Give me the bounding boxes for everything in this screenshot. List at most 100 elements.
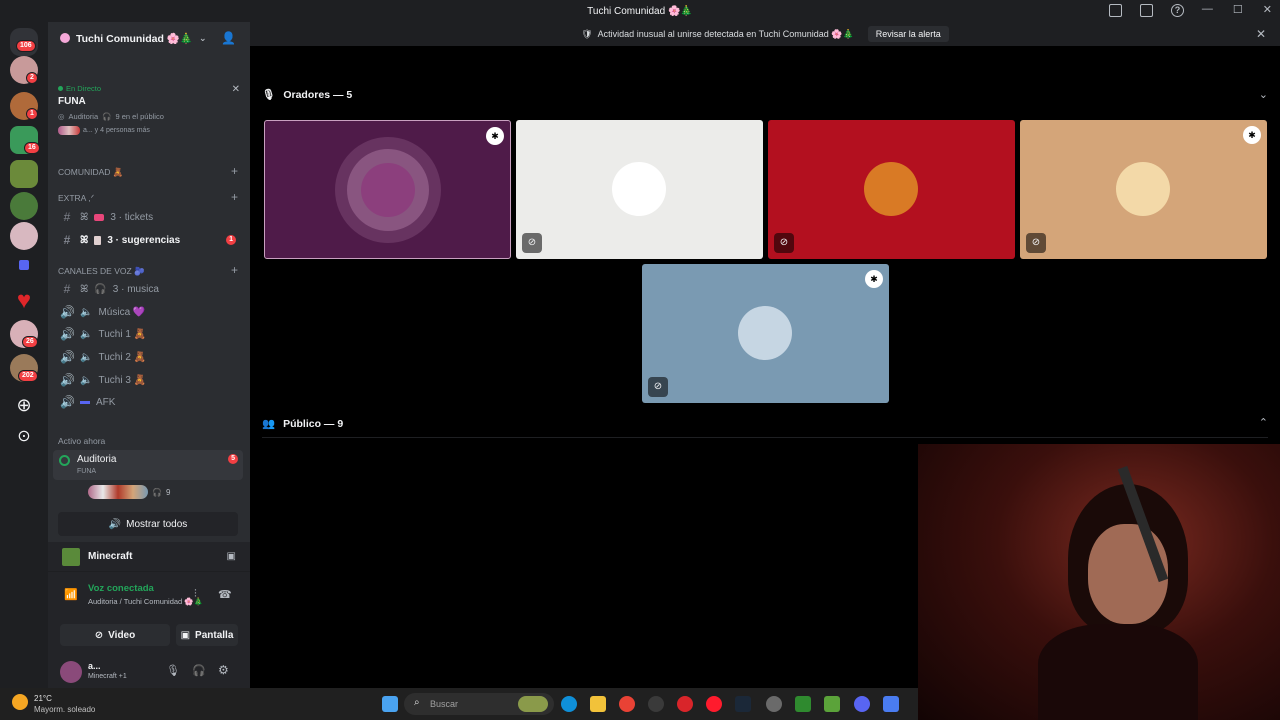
heart-server-icon[interactable]: ♥	[10, 288, 38, 316]
microphone-icon[interactable]: 🎙	[166, 664, 180, 677]
server-list: 106 2 1 16 ♥ 26 202 ⊕ ⊙	[0, 22, 48, 688]
chrome-icon[interactable]	[619, 696, 635, 712]
screen-share-button[interactable]: ▣ Pantalla	[176, 624, 238, 646]
chevron-up-icon[interactable]: ⌃	[1259, 416, 1268, 429]
server-icon[interactable]	[10, 160, 38, 188]
search-placeholder: Buscar	[430, 699, 459, 709]
add-channel-icon[interactable]: +	[231, 263, 238, 277]
speaker-tile[interactable]: ⊘	[516, 120, 763, 259]
stream-icon[interactable]: ▣	[227, 551, 236, 562]
alert-text: Actividad inusual al unirse detectada en…	[597, 28, 854, 39]
active-stage-card[interactable]: Auditoria FUNA 5	[53, 450, 243, 480]
close-icon[interactable]: ✕	[232, 84, 240, 95]
active-now-heading: Activo ahora	[58, 436, 106, 446]
speakers-title: Oradores — 5	[283, 88, 353, 101]
listener-count: 9	[165, 487, 171, 497]
server-icon[interactable]	[10, 222, 38, 250]
stage-audience: 9 en el público	[115, 112, 164, 121]
file-explorer-icon[interactable]	[590, 696, 606, 712]
taskbar-search[interactable]: ⌕ Buscar	[404, 693, 554, 715]
edge-icon[interactable]	[561, 696, 577, 712]
minecraft-icon[interactable]	[824, 696, 840, 712]
channel-tickets[interactable]: # ꕤ 3 · tickets	[56, 207, 242, 227]
category-extra[interactable]: EXTRA ,ᐟ	[58, 193, 94, 204]
channel-sugerencias[interactable]: # ꕤ 3 · sugerencias 1	[56, 230, 242, 250]
stage-icon: ◎	[58, 112, 65, 121]
discord-icon[interactable]	[854, 696, 870, 712]
windows-start-icon[interactable]	[382, 696, 398, 712]
speaker-tile[interactable]: ✱	[264, 120, 511, 259]
windows-taskbar: 21°C Mayorm. soleado ⌕ Buscar	[0, 688, 918, 720]
speakers-header[interactable]: 🎙 Oradores — 5	[262, 88, 353, 102]
settings-icon[interactable]	[766, 696, 782, 712]
speaker-icon: 🔊	[60, 350, 75, 364]
avatar[interactable]	[60, 661, 82, 683]
audience-header[interactable]: 👥 Público — 9	[262, 417, 343, 431]
inbox-icon[interactable]	[1109, 4, 1122, 17]
add-channel-icon[interactable]: +	[231, 190, 238, 204]
monitor-icon[interactable]	[1140, 4, 1153, 17]
voice-channel-tuchi-1[interactable]: 🔊 🔈 Tuchi 1 🧸	[56, 324, 242, 344]
add-server-icon[interactable]: ⊕	[10, 392, 38, 420]
webcam-overlay	[918, 444, 1280, 720]
speaker-tile[interactable]: ✱ ⊘	[1020, 120, 1267, 259]
microphone-icon: 🎙	[262, 89, 276, 101]
participant-avatars	[58, 126, 80, 135]
settings-gear-icon[interactable]: ⚙	[218, 663, 229, 677]
video-button[interactable]: ⊘ Video	[60, 624, 170, 646]
speaker-tile[interactable]: ⊘	[768, 120, 1015, 259]
headphones-icon[interactable]: 🎧	[192, 664, 206, 677]
activity-game: Minecraft	[88, 551, 133, 562]
category-voz[interactable]: CANALES DE VOZ 🫐	[58, 266, 145, 277]
obs-icon[interactable]	[648, 696, 664, 712]
app-icon[interactable]	[677, 696, 693, 712]
category-comunidad[interactable]: COMUNIDAD 🧸	[58, 167, 123, 178]
close-window-button[interactable]: ✕	[1263, 3, 1272, 16]
weather-desc: Mayorm. soleado	[34, 705, 96, 714]
add-channel-icon[interactable]: +	[231, 164, 238, 178]
server-badge: 2	[26, 72, 38, 84]
server-badge: 1	[26, 108, 38, 120]
guild-header[interactable]: Tuchi Comunidad 🌸🎄 ⌄ 👤	[48, 22, 250, 54]
stage-panel[interactable]: En Directo FUNA ◎ Auditoria 🎧 9 en el pú…	[58, 84, 244, 135]
mic-muted-icon: ⊘	[774, 233, 794, 253]
show-all-button[interactable]: 🔊 Mostrar todos	[58, 512, 238, 536]
minecraft-launcher-icon[interactable]	[795, 696, 811, 712]
signal-icon[interactable]: 📶	[64, 588, 78, 601]
opera-icon[interactable]	[706, 696, 722, 712]
close-icon[interactable]: ✕	[1256, 27, 1266, 41]
shield-icon: 🛡	[581, 28, 593, 39]
discover-icon[interactable]: ⊙	[10, 424, 38, 452]
voice-channel-afk[interactable]: 🔊 AFK	[56, 392, 242, 412]
help-icon[interactable]: ?	[1171, 4, 1184, 17]
steam-icon[interactable]	[735, 696, 751, 712]
weather-icon[interactable]	[12, 694, 28, 710]
server-badge: 16	[24, 142, 40, 154]
channel-prefix: ꕤ	[80, 234, 89, 246]
hash-icon: #	[63, 210, 71, 224]
voice-channel-tuchi-2[interactable]: 🔊 🔈 Tuchi 2 🧸	[56, 347, 242, 367]
disconnect-icon[interactable]: ☎	[218, 588, 232, 601]
chevron-down-icon: ⌄	[198, 32, 207, 43]
review-alert-button[interactable]: Revisar la alerta	[867, 26, 949, 42]
voice-location[interactable]: Auditoria / Tuchi Comunidad 🌸🎄	[88, 597, 203, 606]
mic-muted-icon: ⊘	[648, 377, 668, 397]
user-name: a...	[88, 661, 101, 671]
chevron-down-icon[interactable]: ⌄	[1259, 88, 1268, 101]
moderator-icon: ✱	[1243, 126, 1261, 144]
app-icon[interactable]	[883, 696, 899, 712]
speaker-emoji-icon: 🔈	[80, 374, 93, 386]
minimize-button[interactable]: —	[1202, 3, 1213, 16]
voice-channel-musica[interactable]: 🔊 🔈 Música 💜	[56, 302, 242, 322]
noise-suppression-icon[interactable]: ⫶	[194, 588, 197, 601]
speaker-tile[interactable]: ✱ ⊘	[642, 264, 889, 403]
activity-row[interactable]: Minecraft ▣	[48, 542, 250, 572]
folder-icon[interactable]	[19, 260, 29, 270]
speaker-icon: 🔊	[60, 305, 75, 319]
voice-channel-tuchi-3[interactable]: 🔊 🔈 Tuchi 3 🧸	[56, 370, 242, 390]
maximize-button[interactable]: ☐	[1233, 3, 1243, 16]
dm-badge: 106	[16, 40, 36, 52]
channel-musica[interactable]: # ꕤ 🎧 3 · musica	[56, 279, 242, 299]
invite-people-icon[interactable]: 👤	[221, 31, 236, 45]
server-icon[interactable]	[10, 192, 38, 220]
